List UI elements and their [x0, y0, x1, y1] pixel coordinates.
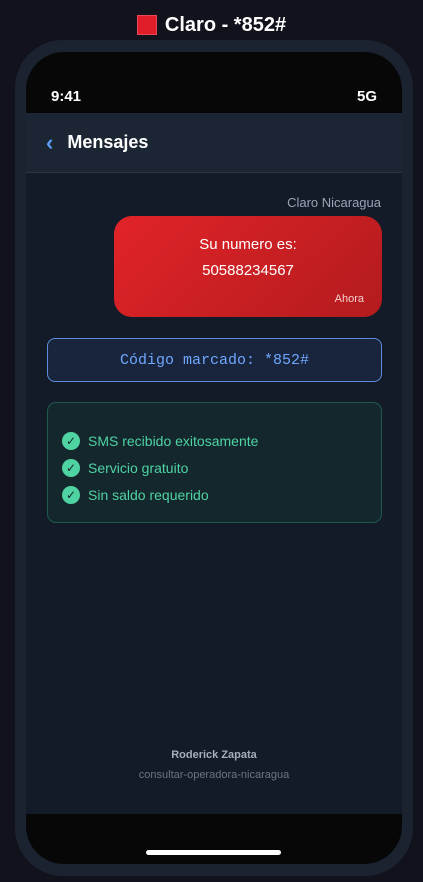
status-time: 9:41 — [51, 88, 82, 105]
status-item: ✓ SMS recibido exitosamente — [62, 427, 367, 454]
footer-slug: consultar-operadora-nicaragua — [138, 769, 290, 781]
nav-title: Mensajes — [67, 132, 149, 152]
status-label: Servicio gratuito — [88, 459, 189, 476]
status-item: ✓ Sin saldo requerido — [62, 481, 367, 508]
status-label: SMS recibido exitosamente — [88, 432, 259, 449]
status-network: 5G — [356, 88, 377, 105]
phone-frame: 9:41 5G ‹ Mensajes Claro Nicaragua Su nu… — [15, 40, 413, 876]
page-title: Claro - *852# — [164, 13, 287, 36]
page-header: Claro - *852# — [0, 11, 423, 39]
footer-name: Roderick Zapata — [171, 749, 257, 761]
status-box: ✓ SMS recibido exitosamente ✓ Servicio g… — [47, 402, 382, 523]
message-line-1: Su numero es: — [199, 236, 297, 253]
status-label: Sin saldo requerido — [88, 486, 209, 503]
flag-icon — [136, 15, 157, 35]
message-bubble[interactable]: Su numero es: 50588234567 Ahora — [114, 216, 382, 317]
home-indicator[interactable] — [146, 850, 281, 855]
nav-bar: ‹ Mensajes — [26, 113, 402, 173]
check-circle-icon: ✓ — [62, 458, 80, 477]
bottom-bar — [26, 814, 402, 864]
message-sender: Claro Nicaragua — [287, 195, 381, 210]
message-time: Ahora — [334, 293, 364, 305]
chevron-left-icon[interactable]: ‹ — [46, 131, 53, 154]
footer: Roderick Zapata consultar-operadora-nica… — [26, 749, 402, 781]
message-content: Claro Nicaragua Su numero es: 5058823456… — [26, 195, 402, 523]
dialed-code-text: Código marcado: *852# — [119, 351, 310, 369]
status-item: ✓ Servicio gratuito — [62, 454, 367, 481]
dialed-code-box: Código marcado: *852# — [47, 338, 382, 382]
check-circle-icon: ✓ — [62, 485, 80, 504]
status-bar: 9:41 5G — [26, 52, 402, 113]
check-circle-icon: ✓ — [62, 431, 80, 450]
phone-screen: 9:41 5G ‹ Mensajes Claro Nicaragua Su nu… — [26, 52, 402, 864]
message-line-2: 50588234567 — [202, 262, 294, 279]
